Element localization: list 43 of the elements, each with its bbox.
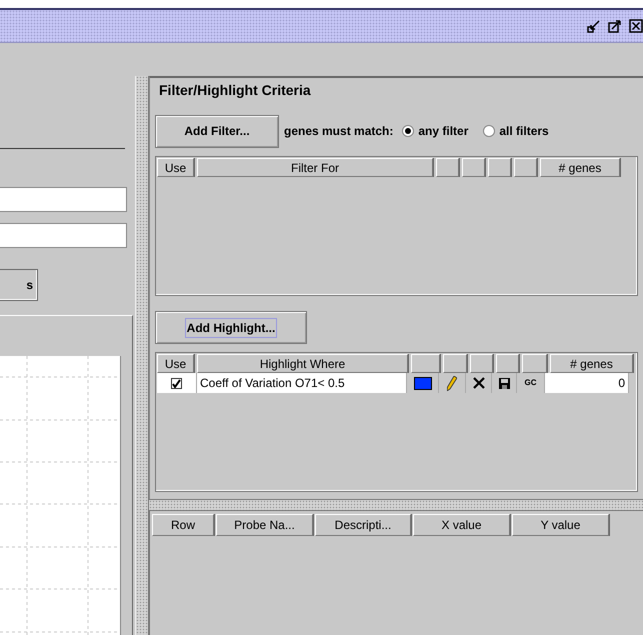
column-header[interactable]: [411, 354, 440, 373]
text-field[interactable]: [0, 223, 127, 248]
gc-button[interactable]: GC: [524, 373, 536, 393]
column-header[interactable]: [488, 158, 511, 177]
column-header[interactable]: [462, 158, 485, 177]
save-icon[interactable]: [498, 378, 510, 388]
color-swatch[interactable]: [414, 376, 432, 390]
match-label: genes must match:: [284, 124, 394, 138]
close-icon[interactable]: [629, 19, 643, 33]
add-filter-button[interactable]: Add Filter...: [155, 114, 279, 148]
add-highlight-button[interactable]: Add Highlight...: [155, 311, 307, 344]
splitter[interactable]: [135, 499, 149, 635]
column-header[interactable]: [443, 354, 467, 373]
radio-button[interactable]: all filters: [483, 124, 549, 138]
column-header[interactable]: Highlight Where: [197, 354, 408, 373]
column-header[interactable]: [514, 158, 537, 177]
column-header[interactable]: Filter For: [197, 158, 433, 177]
column-header[interactable]: Probe Na...: [216, 514, 313, 536]
column-header[interactable]: [496, 354, 519, 373]
column-header[interactable]: Row: [152, 514, 214, 536]
column-header[interactable]: [436, 158, 459, 177]
column-header[interactable]: [470, 354, 493, 373]
text-field[interactable]: [0, 187, 127, 212]
pencil-icon[interactable]: [447, 376, 457, 390]
maximize-icon[interactable]: [608, 19, 622, 33]
column-header[interactable]: Descripti...: [315, 514, 411, 536]
splitter[interactable]: [135, 76, 149, 499]
column-header[interactable]: Use: [157, 354, 194, 373]
column-header[interactable]: Y value: [512, 514, 609, 536]
column-header[interactable]: [522, 354, 547, 373]
delete-icon[interactable]: [472, 377, 484, 389]
minimize-icon[interactable]: [587, 19, 601, 33]
splitter[interactable]: [149, 499, 643, 511]
column-header[interactable]: X value: [413, 514, 510, 536]
column-header[interactable]: # genes: [550, 354, 633, 373]
panel-title: Filter/Highlight Criteria: [158, 82, 312, 100]
column-header[interactable]: Use: [157, 158, 194, 177]
checkbox[interactable]: [171, 378, 182, 388]
button[interactable]: s: [0, 269, 38, 301]
column-header[interactable]: # genes: [540, 158, 620, 177]
radio-button[interactable]: any filter: [402, 124, 468, 138]
table-cell: 0: [545, 373, 629, 393]
table-cell: Coeff of Variation O71< 0.5: [197, 373, 407, 393]
